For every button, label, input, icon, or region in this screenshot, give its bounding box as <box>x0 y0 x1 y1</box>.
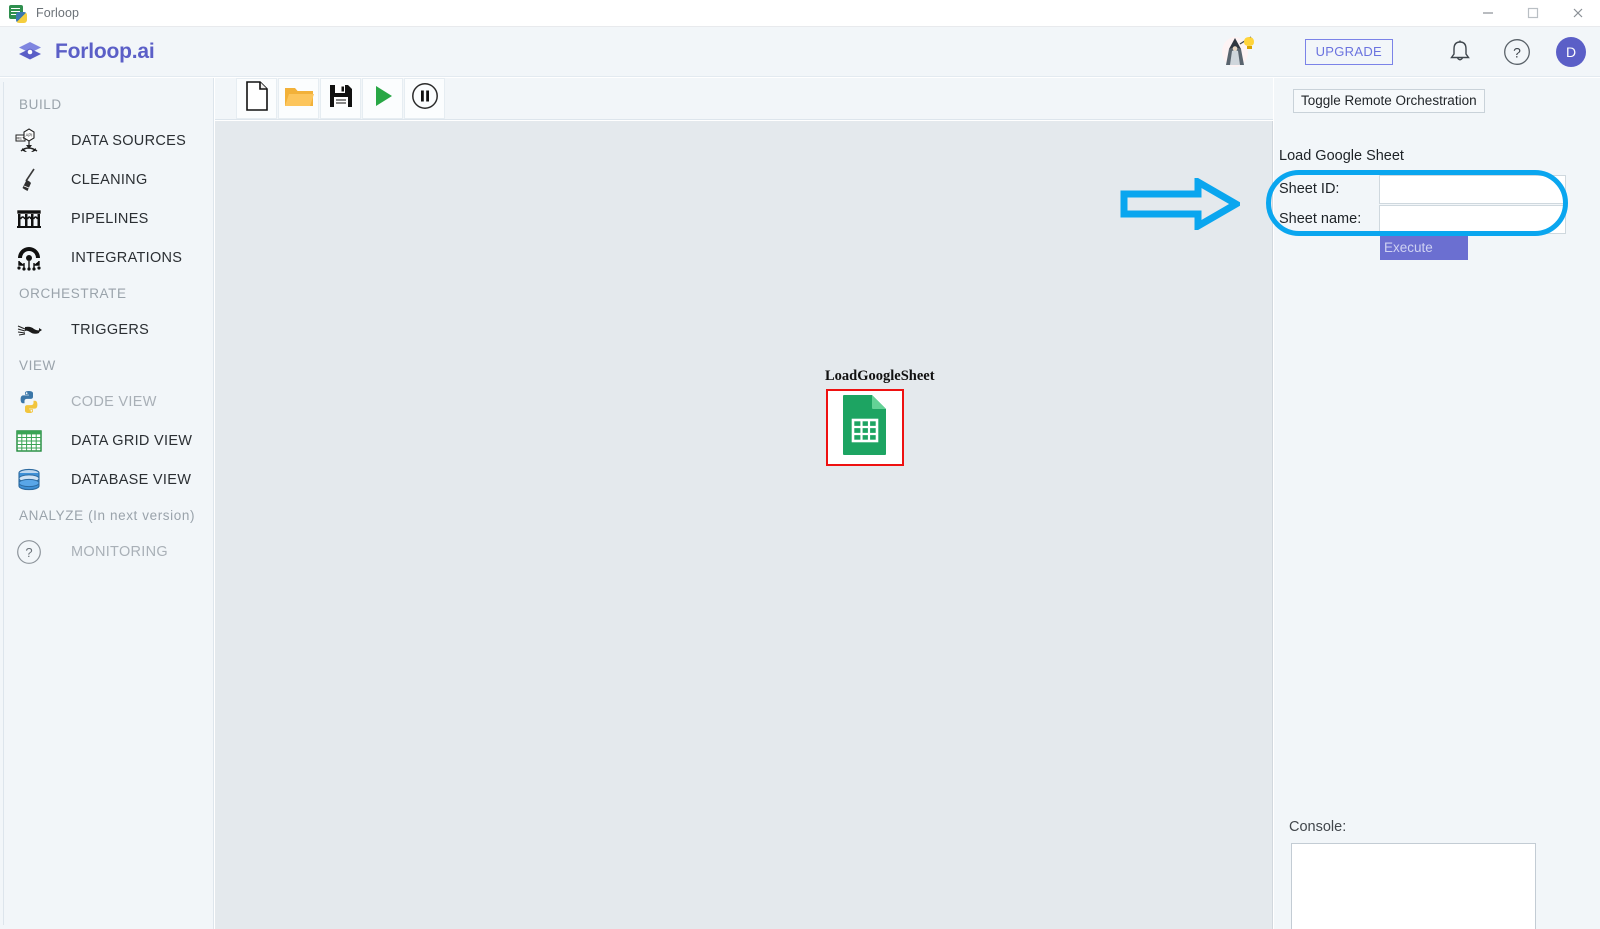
sidebar-item-data-grid-view[interactable]: DATA GRID VIEW <box>0 421 213 460</box>
toggle-remote-orchestration-button[interactable]: Toggle Remote Orchestration <box>1293 89 1485 113</box>
open-file-button[interactable] <box>278 78 319 119</box>
sidebar-section-analyze: ANALYZE (In next version) <box>19 508 196 523</box>
question-circle-icon: ? <box>14 537 44 567</box>
window-controls <box>1465 0 1600 27</box>
sidebar-item-monitoring[interactable]: ? MONITORING <box>0 532 213 571</box>
sidebar-item-label: TRIGGERS <box>71 321 150 338</box>
sidebar-item-triggers[interactable]: TRIGGERS <box>0 310 213 349</box>
forloop-python-icon <box>9 4 27 23</box>
upgrade-button[interactable]: UPGRADE <box>1304 38 1393 65</box>
maximize-icon[interactable] <box>1510 0 1555 27</box>
sheet-name-input[interactable] <box>1379 204 1566 234</box>
sidebar-item-integrations[interactable]: INTEGRATIONS <box>0 238 213 277</box>
sidebar-item-pipelines[interactable]: PIPELINES <box>0 199 213 238</box>
app-header: Forloop.ai UPGRADE ? D <box>0 27 1600 77</box>
sidebar-section-build: BUILD <box>19 97 62 112</box>
data-sources-icon: RET API <box>14 126 44 156</box>
bell-icon[interactable] <box>1445 37 1475 67</box>
question-mark-icon[interactable]: ? <box>1502 37 1532 67</box>
header-actions: UPGRADE ? D <box>1221 35 1600 69</box>
minimize-icon[interactable] <box>1465 0 1510 27</box>
sheet-name-label: Sheet name: <box>1279 211 1362 227</box>
sheet-id-input[interactable] <box>1379 174 1566 204</box>
new-file-button[interactable] <box>236 78 277 119</box>
svg-text:API: API <box>25 132 32 137</box>
console-label: Console: <box>1289 819 1347 835</box>
wizard-hint-icon[interactable] <box>1221 35 1257 69</box>
sheet-name-row: Sheet name: <box>1279 204 1566 234</box>
run-button[interactable] <box>362 78 403 119</box>
close-icon[interactable] <box>1555 0 1600 27</box>
sheet-id-label: Sheet ID: <box>1279 181 1340 197</box>
folder-icon <box>284 83 314 114</box>
play-icon <box>371 83 395 114</box>
console-output[interactable] <box>1291 843 1536 929</box>
grid-icon <box>14 426 44 456</box>
sidebar-item-database-view[interactable]: DATABASE VIEW <box>0 460 213 499</box>
broom-icon <box>14 165 44 195</box>
google-sheets-icon <box>840 394 890 461</box>
aqueduct-icon <box>14 204 44 234</box>
sheet-id-row: Sheet ID: <box>1279 174 1566 204</box>
sidebar-section-view: VIEW <box>19 358 56 373</box>
window-title-bar: Forloop <box>0 0 1600 27</box>
page-icon <box>244 81 270 116</box>
database-icon <box>14 465 44 495</box>
sidebar-item-label: INTEGRATIONS <box>71 249 183 266</box>
sidebar-item-label: MONITORING <box>71 543 168 560</box>
forloop-logo-icon <box>17 39 43 65</box>
svg-text:?: ? <box>25 545 32 560</box>
sidebar-item-label: DATABASE VIEW <box>71 471 192 488</box>
node-title: LoadGoogleSheet <box>825 368 935 384</box>
sidebar-section-orchestrate: ORCHESTRATE <box>19 286 127 301</box>
pause-button[interactable] <box>404 78 445 119</box>
save-file-button[interactable] <box>320 78 361 119</box>
brand-name: Forloop.ai <box>55 39 155 63</box>
trigger-hand-icon <box>14 315 44 345</box>
sidebar-item-label: DATA SOURCES <box>71 132 187 149</box>
execute-button[interactable]: Execute <box>1380 234 1468 260</box>
application-window: Forloop Forloop.ai UPGRADE ? D BUILD RET… <box>0 0 1600 929</box>
pipeline-canvas[interactable]: LoadGoogleSheet <box>215 121 1273 929</box>
sidebar: BUILD RET API DATA SOURCES CLEANING PIPE… <box>0 78 214 929</box>
sidebar-item-label: DATA GRID VIEW <box>71 432 193 449</box>
brand[interactable]: Forloop.ai <box>17 39 155 65</box>
pause-circle-icon <box>411 82 439 115</box>
sidebar-item-code-view[interactable]: CODE VIEW <box>0 382 213 421</box>
sidebar-item-data-sources[interactable]: RET API DATA SOURCES <box>0 121 213 160</box>
floppy-disk-icon <box>328 83 354 114</box>
toolbar <box>215 78 1273 120</box>
python-icon <box>14 387 44 417</box>
sidebar-item-label: CODE VIEW <box>71 393 157 410</box>
sidebar-item-label: PIPELINES <box>71 210 149 227</box>
node-box[interactable] <box>826 389 904 466</box>
right-panel: Toggle Remote Orchestration Load Google … <box>1274 78 1600 929</box>
sidebar-item-cleaning[interactable]: CLEANING <box>0 160 213 199</box>
integrations-icon <box>14 243 44 273</box>
form-title: Load Google Sheet <box>1279 148 1404 164</box>
pipeline-node-loadgooglesheet[interactable]: LoadGoogleSheet <box>825 368 935 466</box>
avatar[interactable]: D <box>1556 36 1586 67</box>
window-title: Forloop <box>36 6 80 20</box>
sidebar-item-label: CLEANING <box>71 171 148 188</box>
svg-text:?: ? <box>1513 44 1521 60</box>
